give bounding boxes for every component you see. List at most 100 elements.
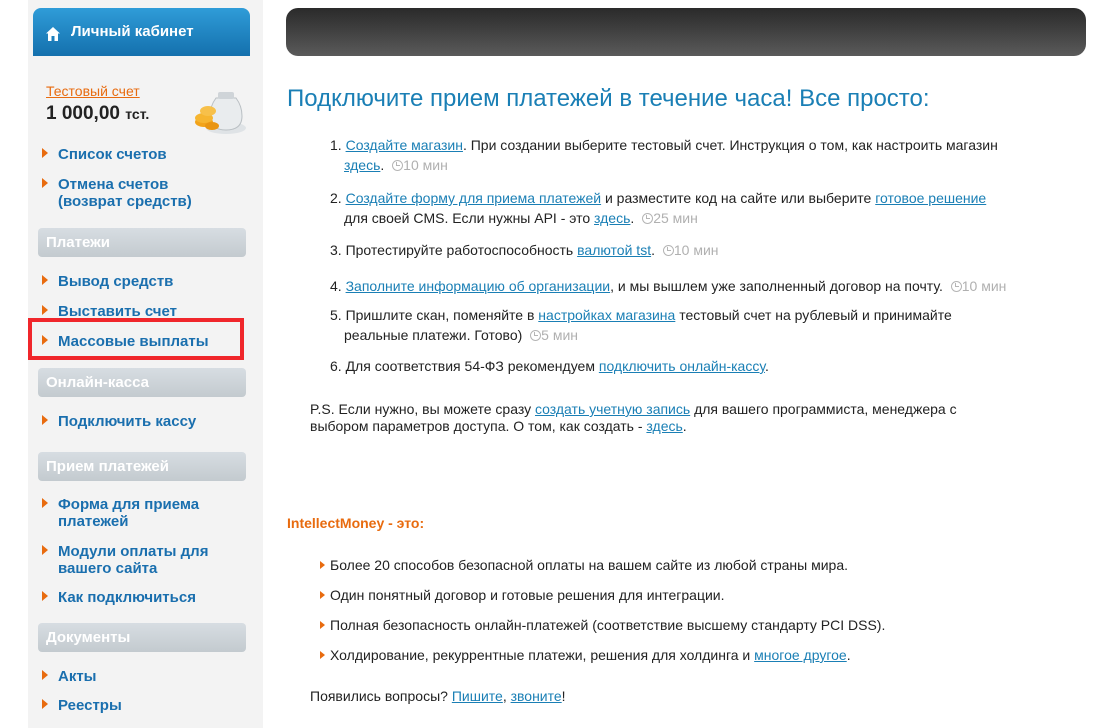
create-account-link[interactable]: создать учетную запись bbox=[535, 401, 690, 417]
arrow-right-icon bbox=[42, 545, 48, 555]
sidebar-item-payment-modules[interactable]: Модули оплаты для вашего сайта bbox=[42, 543, 208, 577]
arrow-right-icon bbox=[42, 699, 48, 709]
sidebar-item-accounts-list[interactable]: Список счетов bbox=[42, 146, 167, 163]
feature-text: . bbox=[846, 647, 851, 663]
clock-icon bbox=[950, 281, 962, 292]
bullet-arrow-icon bbox=[320, 621, 325, 629]
write-link[interactable]: Пишите bbox=[452, 688, 503, 704]
sidebar-item-payment-form[interactable]: Форма для приема платежей bbox=[42, 496, 199, 530]
questions-text: , bbox=[502, 688, 511, 704]
sidebar-item-label: Акты bbox=[58, 668, 97, 685]
ps-here-link[interactable]: здесь bbox=[646, 418, 682, 434]
step-time: 5 мин bbox=[541, 327, 579, 343]
sidebar-item-registers[interactable]: Реестры bbox=[42, 697, 122, 714]
call-link[interactable]: звоните bbox=[511, 688, 562, 704]
arrow-right-icon bbox=[42, 178, 48, 188]
sidebar-item-label: (возврат средств) bbox=[58, 193, 192, 210]
feature-text: Один понятный договор и готовые решения … bbox=[330, 587, 725, 603]
bullet-arrow-icon bbox=[320, 591, 325, 599]
much-more-link[interactable]: многое другое bbox=[754, 647, 847, 663]
sidebar-item-label: Как подключиться bbox=[58, 589, 196, 606]
sidebar-header-title: Личный кабинет bbox=[71, 23, 194, 40]
ps-text: для вашего программиста, менеджера с bbox=[690, 401, 957, 417]
step-text: и разместите код на сайте или выберите bbox=[601, 190, 876, 206]
feature-text: Полная безопасность онлайн-платежей (соо… bbox=[330, 617, 886, 633]
shop-settings-link[interactable]: настройках магазина bbox=[538, 307, 675, 323]
page-title: Подключите прием платежей в течение часа… bbox=[287, 85, 930, 112]
sidebar-item-label: Подключить кассу bbox=[58, 413, 197, 430]
test-account-link[interactable]: Тестовый счет bbox=[46, 83, 140, 99]
step-text: Протестируйте работоспособность bbox=[345, 242, 578, 258]
sidebar-item-how-connect[interactable]: Как подключиться bbox=[42, 589, 196, 606]
step-text: тестовый счет на рублевый и принимайте bbox=[675, 307, 952, 323]
balance-value: 1 000,00 тст. bbox=[46, 103, 149, 125]
step-time: 10 мин bbox=[961, 278, 1007, 294]
questions-line: Появились вопросы? Пишите, звоните! bbox=[310, 688, 566, 704]
section-documents: Документы bbox=[38, 623, 246, 652]
intellectmoney-title: IntellectMoney - это: bbox=[287, 515, 425, 531]
sidebar: Личный кабинет Тестовый счет 1 000,00 тс… bbox=[28, 0, 263, 728]
feature-text: Холдирование, рекуррентные платежи, реше… bbox=[330, 647, 755, 663]
sidebar-item-withdraw[interactable]: Вывод средств bbox=[42, 273, 173, 290]
section-payments: Платежи bbox=[38, 228, 246, 257]
section-online-kassa: Онлайн-касса bbox=[38, 368, 246, 397]
sidebar-item-cancel-accounts[interactable]: Отмена счетов (возврат средств) bbox=[42, 176, 192, 210]
arrow-right-icon bbox=[42, 275, 48, 285]
arrow-right-icon bbox=[42, 148, 48, 158]
step-number: 3. bbox=[330, 242, 342, 258]
step-number: 6. bbox=[330, 358, 342, 374]
feature-item: Один понятный договор и готовые решения … bbox=[320, 587, 725, 603]
sidebar-header[interactable]: Личный кабинет bbox=[33, 8, 250, 56]
step-number: 1. bbox=[330, 137, 342, 153]
arrow-right-icon bbox=[42, 498, 48, 508]
questions-text: ! bbox=[561, 688, 566, 704]
step-text: . При создании выберите тестовый счет. И… bbox=[462, 137, 998, 153]
step-4: 4. Заполните информацию об организации, … bbox=[330, 276, 1090, 296]
step-number: 4. bbox=[330, 278, 342, 294]
instruction-here-link[interactable]: здесь bbox=[344, 157, 380, 173]
ps-text: выбором параметров доступа. О том, как с… bbox=[310, 418, 647, 434]
step-text: Для соответствия 54-ФЗ рекомендуем bbox=[345, 358, 599, 374]
connect-kassa-link[interactable]: подключить онлайн-кассу bbox=[599, 358, 765, 374]
clock-icon bbox=[392, 160, 404, 171]
questions-text: Появились вопросы? bbox=[310, 688, 452, 704]
create-payment-form-link[interactable]: Создайте форму для приема платежей bbox=[346, 190, 602, 206]
clock-icon bbox=[530, 330, 542, 341]
step-number: 2. bbox=[330, 190, 342, 206]
highlight-frame bbox=[28, 318, 244, 360]
step-1: 1. Создайте магазин. При создании выбери… bbox=[330, 137, 998, 173]
step-time: 10 мин bbox=[403, 157, 448, 173]
bullet-arrow-icon bbox=[320, 651, 325, 659]
api-here-link[interactable]: здесь bbox=[594, 210, 630, 226]
ps-text: P.S. Если нужно, вы можете сразу bbox=[310, 401, 535, 417]
sidebar-item-label: Форма для приема bbox=[58, 496, 200, 513]
tst-currency-link[interactable]: валютой tst bbox=[577, 242, 651, 258]
section-accepting-payments: Прием платежей bbox=[38, 452, 246, 481]
sidebar-item-label: Отмена счетов bbox=[58, 176, 169, 193]
feature-item: Холдирование, рекуррентные платежи, реше… bbox=[320, 647, 851, 663]
step-text: реальные платежи. Готово) bbox=[344, 327, 523, 343]
bullet-arrow-icon bbox=[320, 561, 325, 569]
step-time: 25 мин bbox=[653, 210, 698, 226]
organization-info-link[interactable]: Заполните информацию об организации bbox=[346, 278, 611, 294]
ready-solution-link[interactable]: готовое решение bbox=[875, 190, 986, 206]
sidebar-item-label: Модули оплаты для bbox=[58, 543, 209, 560]
sidebar-item-label: вашего сайта bbox=[58, 560, 158, 577]
ps-note: P.S. Если нужно, вы можете сразу создать… bbox=[310, 401, 1070, 435]
create-shop-link[interactable]: Создайте магазин bbox=[346, 137, 463, 153]
step-text: Пришлите скан, поменяйте в bbox=[345, 307, 539, 323]
step-text: для своей CMS. Если нужны API - это bbox=[344, 210, 595, 226]
sidebar-item-label: платежей bbox=[58, 513, 129, 530]
top-banner bbox=[286, 8, 1086, 56]
step-6: 6. Для соответствия 54-ФЗ рекомендуем по… bbox=[330, 356, 1090, 376]
sidebar-item-label: Вывод средств bbox=[58, 273, 174, 290]
step-3: 3. Протестируйте работоспособность валют… bbox=[330, 242, 719, 258]
ps-text: . bbox=[682, 418, 687, 434]
balance-currency: тст. bbox=[125, 106, 150, 122]
sidebar-item-label: Реестры bbox=[58, 697, 122, 714]
clock-icon bbox=[662, 245, 674, 256]
sidebar-item-acts[interactable]: Акты bbox=[42, 668, 97, 685]
clock-icon bbox=[642, 213, 654, 224]
arrow-right-icon bbox=[42, 415, 48, 425]
sidebar-item-connect-kassa[interactable]: Подключить кассу bbox=[42, 413, 196, 430]
